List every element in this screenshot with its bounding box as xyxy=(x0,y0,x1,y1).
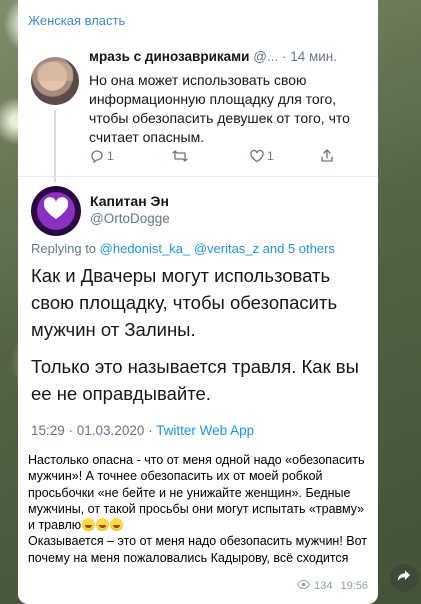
thread-connector-line xyxy=(54,110,56,182)
main-tweet-source[interactable]: Twitter Web App xyxy=(156,423,254,438)
message-caption: Настолько опасна - что от меня одной над… xyxy=(28,452,374,566)
replying-to-label: Replying to xyxy=(31,241,97,256)
main-tweet-paragraph-1: Как и Двачеры могут использовать свою пл… xyxy=(31,265,338,340)
views-count: 134 xyxy=(314,580,333,592)
like-action[interactable]: 1 xyxy=(249,148,274,164)
quoted-tweet-time: · 14 мин. xyxy=(281,49,337,64)
main-tweet-text: Как и Двачеры могут использовать свою пл… xyxy=(31,262,371,407)
reply-icon xyxy=(89,148,105,164)
replying-to-line: Replying to @hedonist_ka_ @veritas_z and… xyxy=(31,241,376,256)
forward-message-button[interactable] xyxy=(390,564,418,592)
quoted-tweet-author-name: мразь с динозавриками xyxy=(89,49,250,64)
message-time: 19:56 xyxy=(340,580,368,592)
caption-text-1: Настолько опасна - что от меня одной над… xyxy=(28,453,365,533)
quoted-tweet-text: Но она может использовать свою информаци… xyxy=(89,72,350,145)
main-tweet-avatar xyxy=(31,186,81,236)
like-count: 1 xyxy=(267,149,274,163)
main-tweet-author-name: Капитан Эн xyxy=(90,193,169,209)
share-action[interactable] xyxy=(319,148,335,164)
tweet-divider xyxy=(18,176,378,177)
heart-icon xyxy=(249,148,265,164)
grinning-emoji-icon xyxy=(82,518,96,532)
main-tweet-handle: @OrtoDogge xyxy=(90,211,170,226)
message-bubble: Женская власть мразь с динозавриками @..… xyxy=(18,0,378,604)
heart-avatar-icon xyxy=(43,196,69,226)
share-icon xyxy=(319,148,335,164)
quoted-tweet-header: мразь с динозавриками @... · 14 мин. xyxy=(89,49,373,64)
quoted-tweet-avatar xyxy=(31,57,79,105)
quoted-tweet-actions: 1 1 xyxy=(89,148,349,168)
grinning-emoji-icon xyxy=(96,518,110,532)
main-tweet-paragraph-2: Только это называется травля. Как вы ее … xyxy=(31,356,359,404)
channel-name-link[interactable]: Женская власть xyxy=(28,13,125,28)
main-tweet-meta: 15:29 · 01.03.2020 · Twitter Web App xyxy=(31,423,254,438)
grinning-emoji-icon xyxy=(110,518,124,532)
quoted-tweet-handle: @... xyxy=(253,49,279,64)
views-eye-icon xyxy=(297,579,311,592)
reply-count: 1 xyxy=(107,149,114,163)
retweet-icon xyxy=(171,148,189,164)
reply-action[interactable]: 1 xyxy=(89,148,114,164)
message-meta: 134 19:56 xyxy=(297,579,368,592)
caption-text-2: Оказывается – это от меня надо обезопаси… xyxy=(28,534,368,565)
replying-to-targets[interactable]: @hedonist_ka_ @veritas_z and 5 others xyxy=(100,241,335,256)
main-tweet-datetime: 15:29 · 01.03.2020 · xyxy=(31,423,153,438)
retweet-action[interactable] xyxy=(171,148,191,164)
forward-arrow-icon xyxy=(397,569,411,587)
